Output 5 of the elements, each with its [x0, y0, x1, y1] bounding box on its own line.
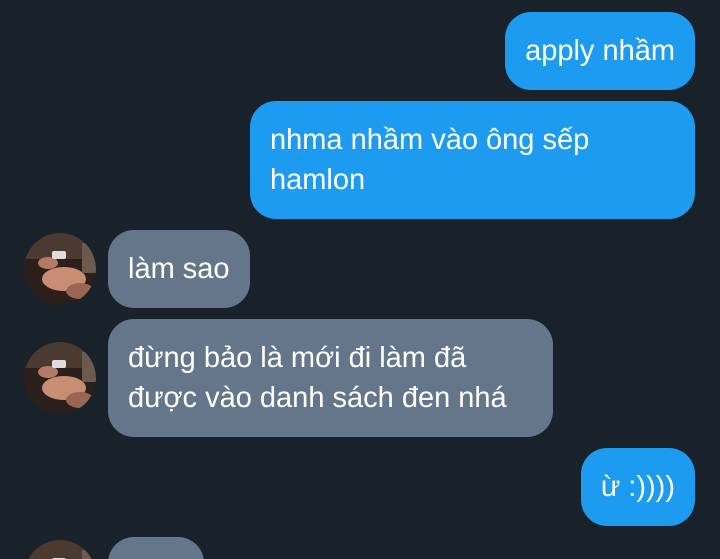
message-bubble: làm sao [108, 230, 250, 308]
message-bubble: đừng bảo là mới đi làm đã được vào danh sách đen nhá [108, 319, 553, 437]
message-bubble: apply nhầm [505, 12, 695, 90]
message-bubble: nhma nhầm vào ông sếp hamlon [250, 101, 695, 219]
message-bubble: ừ :)))) [580, 448, 695, 526]
